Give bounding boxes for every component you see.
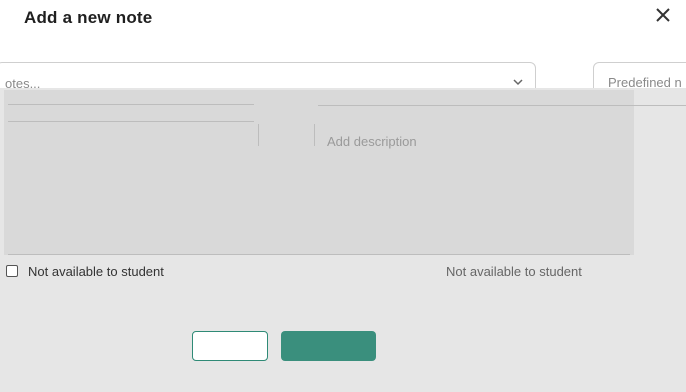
divider xyxy=(314,124,315,146)
chevron-down-icon xyxy=(513,79,523,86)
cancel-button[interactable] xyxy=(192,331,268,361)
divider xyxy=(318,105,686,106)
availability-label: Not available to student xyxy=(28,264,164,279)
dialog-title: Add a new note xyxy=(24,8,153,27)
divider xyxy=(8,104,254,105)
divider xyxy=(258,124,259,146)
availability-checkbox[interactable] xyxy=(6,265,18,277)
close-button[interactable] xyxy=(652,4,674,26)
divider xyxy=(8,121,254,122)
availability-row: Not available to student Not available t… xyxy=(6,264,682,282)
description-input[interactable]: Add description xyxy=(327,134,417,149)
divider xyxy=(8,254,630,255)
note-panel xyxy=(4,90,634,255)
save-button[interactable] xyxy=(281,331,376,361)
close-icon xyxy=(656,8,670,22)
availability-label-secondary: Not available to student xyxy=(446,264,582,279)
